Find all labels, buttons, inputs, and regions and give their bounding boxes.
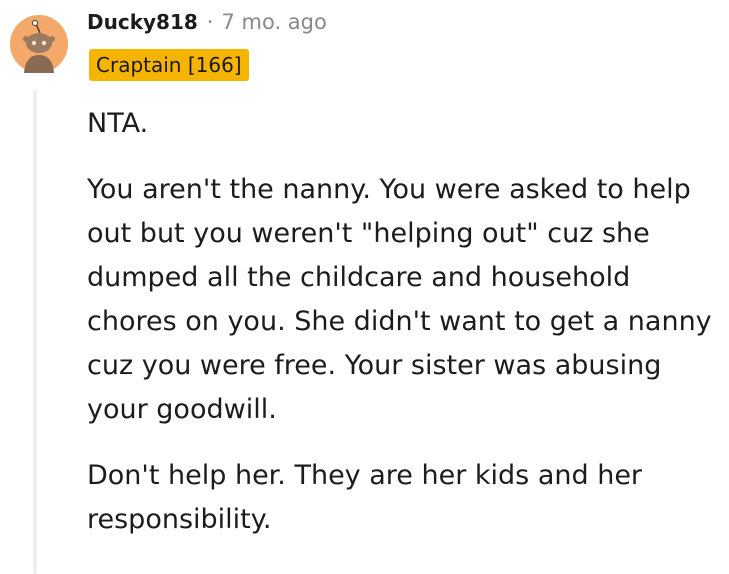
comment-header: Ducky818 · 7 mo. ago: [87, 8, 327, 36]
comment-paragraph: NTA.: [87, 108, 149, 139]
comment-timestamp[interactable]: 7 mo. ago: [221, 10, 326, 34]
thread-collapse-line[interactable]: [33, 90, 37, 574]
snoo-avatar-icon: [10, 15, 68, 73]
comment-paragraph: Don't help her. They are her kids and he…: [87, 460, 643, 535]
meta-separator: ·: [206, 10, 214, 34]
user-avatar[interactable]: [10, 15, 68, 73]
comment-body: NTA. You aren't the nanny. You were aske…: [87, 102, 723, 564]
comment-paragraph: You aren't the nanny. You were asked to …: [87, 174, 712, 425]
user-flair-badge: Craptain [166]: [89, 49, 249, 81]
username-link[interactable]: Ducky818: [87, 10, 198, 34]
